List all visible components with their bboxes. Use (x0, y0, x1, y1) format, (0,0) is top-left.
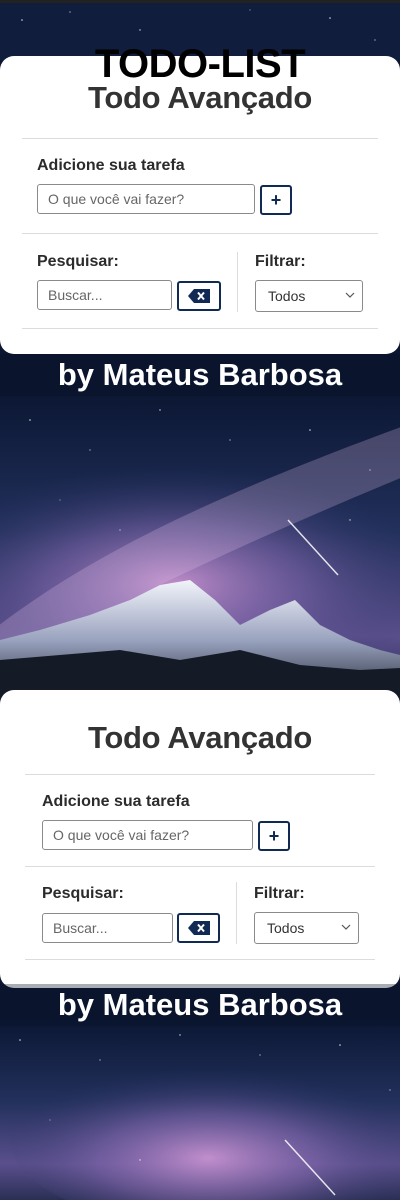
add-task-button[interactable]: + (258, 821, 290, 851)
top-strip (0, 0, 400, 3)
filter-select[interactable]: Todos (254, 912, 359, 944)
filter-label: Filtrar: (254, 885, 305, 902)
divider (22, 138, 378, 139)
divider (22, 328, 378, 329)
backspace-icon (187, 921, 210, 935)
search-label: Pesquisar: (42, 885, 124, 902)
chevron-down-icon (341, 924, 351, 930)
clear-search-button[interactable] (177, 913, 220, 943)
plus-icon: + (270, 190, 282, 210)
add-task-label: Adicione sua tarefa (37, 157, 185, 174)
author-caption: by Mateus Barbosa (0, 354, 400, 396)
backspace-icon (188, 289, 210, 303)
search-input[interactable] (42, 913, 173, 943)
card-title: Todo Avançado (87, 720, 312, 755)
filter-selected-value: Todos (267, 920, 305, 936)
add-task-label: Adicione sua tarefa (42, 793, 190, 810)
divider (22, 233, 378, 234)
vertical-divider (236, 882, 237, 944)
todo-card: Todo Avançado Adicione sua tarefa + Pesq… (0, 690, 400, 988)
filter-selected-value: Todos (268, 288, 306, 304)
filter-label: Filtrar: (255, 253, 306, 270)
divider (25, 774, 375, 775)
author-caption: by Mateus Barbosa (0, 984, 400, 1026)
filter-select[interactable]: Todos (255, 280, 363, 312)
clear-search-button[interactable] (177, 281, 221, 311)
overlay-title: TODO-LIST (94, 42, 306, 86)
add-task-button[interactable]: + (260, 185, 292, 215)
search-input[interactable] (37, 280, 172, 310)
add-task-input[interactable] (37, 184, 255, 214)
search-label: Pesquisar: (37, 253, 119, 270)
divider (25, 959, 375, 960)
todo-card: Todo Avançado Adicione sua tarefa + Pesq… (0, 56, 400, 354)
add-task-input[interactable] (42, 820, 253, 850)
vertical-divider (237, 252, 238, 312)
plus-icon: + (268, 826, 280, 846)
page: Todo Avançado Adicione sua tarefa + Pesq… (0, 0, 400, 1200)
divider (25, 866, 375, 867)
chevron-down-icon (345, 292, 355, 298)
